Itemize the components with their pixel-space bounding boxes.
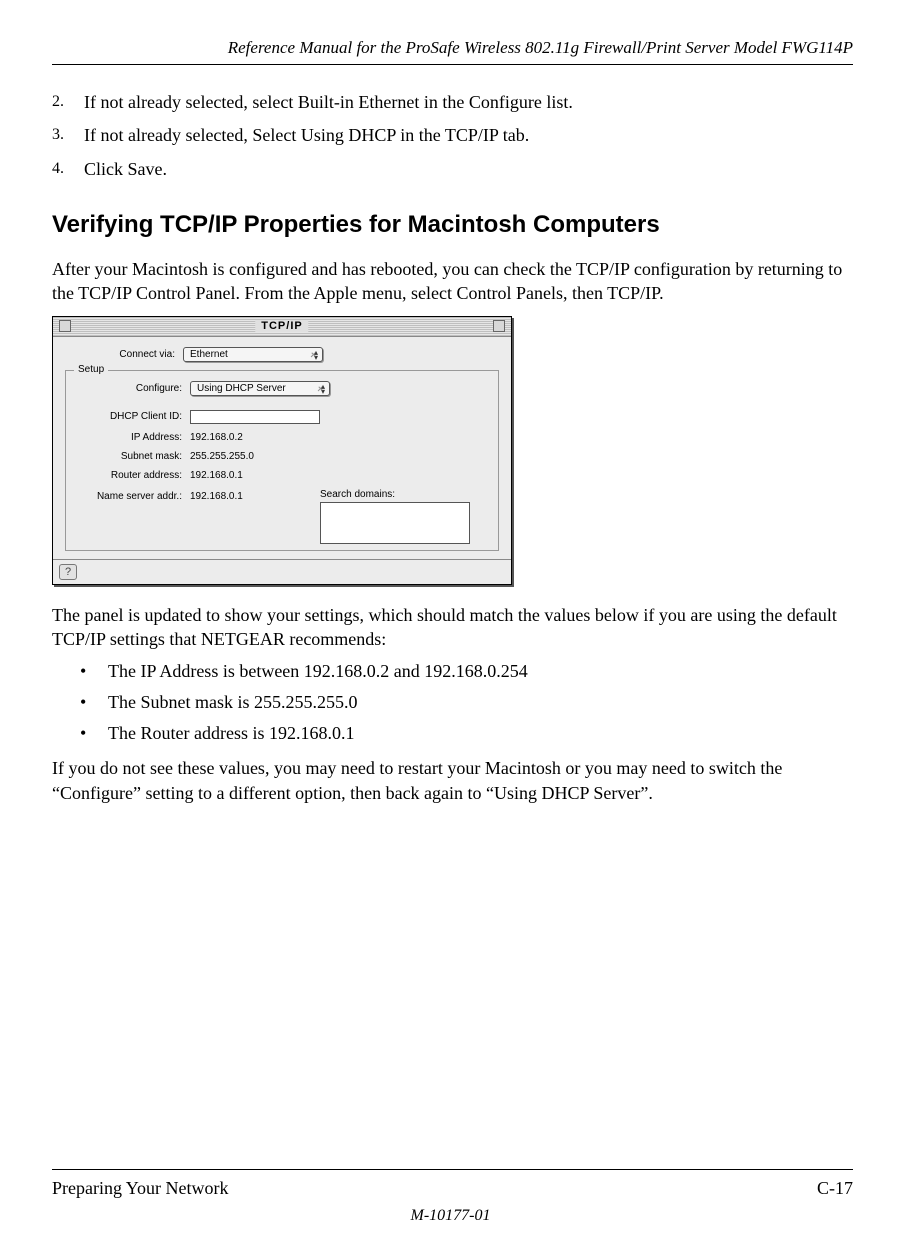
step-text: Click Save.: [84, 158, 853, 181]
tcpip-footer: ?: [53, 560, 511, 584]
bullet-marker: •: [80, 661, 108, 682]
ip-address-value: 192.168.0.2: [190, 432, 243, 443]
connect-via-row: Connect via: Ethernet ▴▾: [65, 347, 499, 362]
ip-address-label: IP Address:: [72, 432, 190, 443]
footer-page-number: C-17: [817, 1178, 853, 1199]
intro-paragraph: After your Macintosh is configured and h…: [52, 257, 853, 306]
bullet-text: The Router address is 192.168.0.1: [108, 723, 354, 744]
zoom-box-icon[interactable]: [493, 320, 505, 332]
step-number: 2.: [52, 91, 84, 114]
bullet-marker: •: [80, 723, 108, 744]
tcpip-control-panel: TCP/IP Connect via: Ethernet ▴▾ Setup Co…: [52, 316, 512, 585]
bullet-marker: •: [80, 692, 108, 713]
search-domains-label: Search domains:: [320, 489, 492, 500]
help-icon[interactable]: ?: [59, 564, 77, 580]
step-number: 3.: [52, 124, 84, 147]
dhcp-client-label: DHCP Client ID:: [72, 411, 190, 422]
closing-paragraph: If you do not see these values, you may …: [52, 756, 853, 805]
dhcp-client-input[interactable]: [190, 410, 320, 424]
router-row: Router address: 192.168.0.1: [72, 470, 492, 481]
step-text: If not already selected, select Built-in…: [84, 91, 853, 114]
tcpip-window-title: TCP/IP: [255, 320, 308, 332]
router-label: Router address:: [72, 470, 190, 481]
dropdown-arrows-icon: ▴▾: [321, 384, 325, 394]
subnet-value: 255.255.255.0: [190, 451, 254, 462]
setup-fieldset: Setup Configure: Using DHCP Server ▴▾ DH…: [65, 370, 499, 551]
configure-label: Configure:: [72, 383, 190, 394]
connect-via-value: Ethernet: [190, 349, 228, 360]
step-4: 4. Click Save.: [52, 158, 853, 181]
bullet-router: • The Router address is 192.168.0.1: [52, 723, 853, 744]
configure-dropdown[interactable]: Using DHCP Server ▴▾: [190, 381, 330, 396]
footer-doc-id: M-10177-01: [0, 1207, 901, 1225]
tcpip-titlebar: TCP/IP: [53, 317, 511, 337]
connect-via-label: Connect via:: [65, 349, 183, 360]
section-heading: Verifying TCP/IP Properties for Macintos…: [52, 211, 853, 239]
configure-value: Using DHCP Server: [197, 383, 286, 394]
step-3: 3. If not already selected, Select Using…: [52, 124, 853, 147]
bullet-text: The Subnet mask is 255.255.255.0: [108, 692, 358, 713]
ip-address-row: IP Address: 192.168.0.2: [72, 432, 492, 443]
nameserver-value: 192.168.0.1: [190, 489, 320, 544]
connect-via-dropdown[interactable]: Ethernet ▴▾: [183, 347, 323, 362]
subnet-label: Subnet mask:: [72, 451, 190, 462]
nameserver-label: Name server addr.:: [72, 489, 190, 544]
step-text: If not already selected, Select Using DH…: [84, 124, 853, 147]
router-value: 192.168.0.1: [190, 470, 243, 481]
bullet-ip-range: • The IP Address is between 192.168.0.2 …: [52, 661, 853, 682]
setup-legend: Setup: [74, 364, 108, 375]
subnet-row: Subnet mask: 255.255.255.0: [72, 451, 492, 462]
dropdown-arrows-icon: ▴▾: [314, 350, 318, 360]
tcpip-body: Connect via: Ethernet ▴▾ Setup Configure…: [53, 337, 511, 560]
search-domains-input[interactable]: [320, 502, 470, 544]
configure-row: Configure: Using DHCP Server ▴▾: [72, 381, 492, 396]
dhcp-client-row: DHCP Client ID:: [72, 410, 492, 424]
close-box-icon[interactable]: [59, 320, 71, 332]
step-2: 2. If not already selected, select Built…: [52, 91, 853, 114]
page-footer: Preparing Your Network C-17: [52, 1169, 853, 1199]
post-panel-paragraph: The panel is updated to show your settin…: [52, 603, 853, 652]
page-header-title: Reference Manual for the ProSafe Wireles…: [52, 38, 853, 65]
footer-section: Preparing Your Network: [52, 1178, 228, 1199]
step-number: 4.: [52, 158, 84, 181]
nameserver-search-row: Name server addr.: 192.168.0.1 Search do…: [72, 489, 492, 544]
bullet-subnet: • The Subnet mask is 255.255.255.0: [52, 692, 853, 713]
bullet-text: The IP Address is between 192.168.0.2 an…: [108, 661, 528, 682]
